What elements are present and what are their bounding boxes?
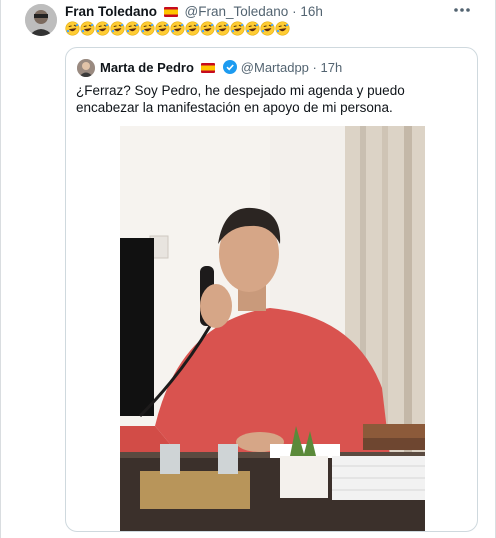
spain-flag-icon: [200, 63, 215, 73]
rolling-laughing-emoji: [140, 21, 155, 36]
verified-icon: [223, 60, 238, 74]
rolling-laughing-emoji: [215, 21, 230, 36]
rolling-laughing-emoji: [80, 21, 95, 36]
rolling-laughing-emoji: [185, 21, 200, 36]
author-name[interactable]: Fran Toledano: [65, 4, 157, 19]
quoted-time[interactable]: 17h: [321, 60, 343, 75]
more-icon[interactable]: [451, 2, 473, 18]
separator-dot: ·: [312, 60, 317, 75]
rolling-laughing-emoji: [230, 21, 245, 36]
rolling-laughing-emoji: [65, 21, 80, 36]
emoji-row: [65, 21, 290, 37]
rolling-laughing-emoji: [275, 21, 290, 36]
rolling-laughing-emoji: [155, 21, 170, 36]
rolling-laughing-emoji: [95, 21, 110, 36]
quoted-author-handle[interactable]: @Martadpp: [241, 60, 309, 75]
rolling-laughing-emoji: [110, 21, 125, 36]
quoted-header: Marta de Pedro @Martadpp · 17h: [100, 60, 342, 76]
separator-dot: ·: [292, 4, 297, 19]
tweet-header: Fran Toledano @Fran_Toledano · 16h: [65, 4, 323, 20]
rolling-laughing-emoji: [260, 21, 275, 36]
author-avatar[interactable]: [25, 4, 57, 36]
rolling-laughing-emoji: [170, 21, 185, 36]
tweet[interactable]: Fran Toledano @Fran_Toledano · 16h Marta…: [0, 0, 496, 538]
rolling-laughing-emoji: [125, 21, 140, 36]
spain-flag-icon: [163, 7, 178, 17]
quoted-tweet[interactable]: Marta de Pedro @Martadpp · 17h ¿Ferraz? …: [65, 47, 478, 532]
quoted-author-avatar[interactable]: [77, 59, 95, 77]
rolling-laughing-emoji: [200, 21, 215, 36]
quoted-text: ¿Ferraz? Soy Pedro, he despejado mi agen…: [76, 83, 405, 115]
tweet-time[interactable]: 16h: [300, 4, 323, 19]
rolling-laughing-emoji: [245, 21, 260, 36]
quoted-photo[interactable]: [120, 126, 425, 531]
author-handle[interactable]: @Fran_Toledano: [185, 4, 289, 19]
quoted-author-name[interactable]: Marta de Pedro: [100, 60, 194, 75]
